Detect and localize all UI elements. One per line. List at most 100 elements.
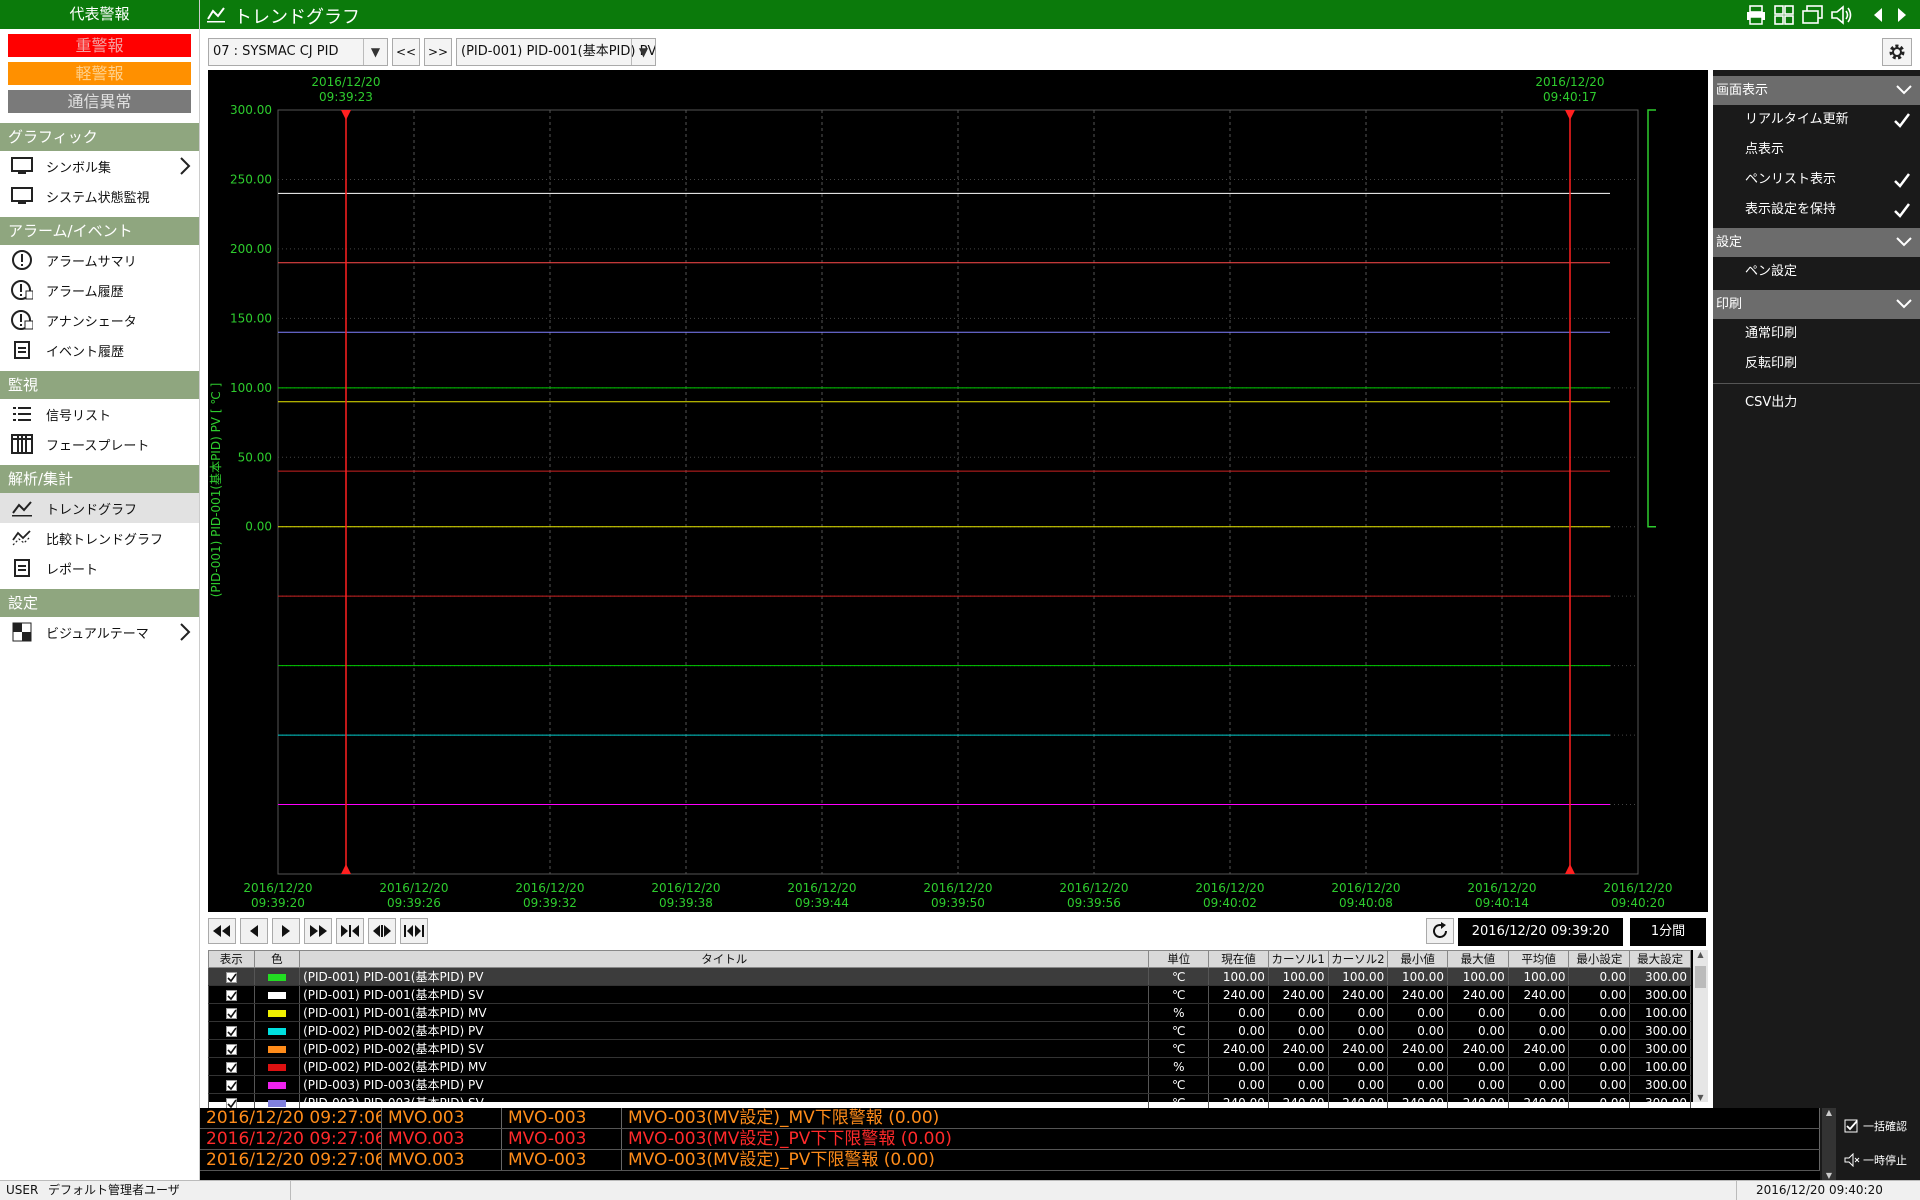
pause-sound-button[interactable]: 一時停止: [1844, 1152, 1907, 1168]
sidebar-item-signal-list[interactable]: 信号リスト: [0, 399, 199, 429]
sidebar-item-trend[interactable]: トレンドグラフ: [0, 493, 199, 523]
column-header[interactable]: 最大設定: [1629, 950, 1691, 968]
visible-cell[interactable]: [208, 1057, 255, 1076]
dot-display-toggle[interactable]: 点表示: [1713, 135, 1920, 165]
pen-select[interactable]: (PID-001) PID-001(基本PID) PV ▼: [456, 38, 656, 66]
sidebar-item-faceplate[interactable]: フェースプレート: [0, 429, 199, 459]
sidebar-item-compare-trend[interactable]: 比較トレンドグラフ: [0, 523, 199, 553]
alarm-scrollbar[interactable]: ▲ ▼: [1822, 1108, 1836, 1180]
visible-checkbox[interactable]: [225, 1079, 237, 1091]
column-header[interactable]: タイトル: [299, 950, 1150, 968]
trend-chart[interactable]: (PID-001) PID-001(基本PID) PV [ ℃ ] 2016/1…: [208, 70, 1708, 912]
normal-print-item[interactable]: 通常印刷: [1713, 319, 1920, 349]
table-row[interactable]: (PID-001) PID-001(基本PID) MV% 0.00 0.00 0.00…: [208, 1003, 1691, 1022]
visible-cell[interactable]: [208, 1039, 255, 1058]
scroll-down-icon[interactable]: ▼: [1822, 1171, 1836, 1180]
layout-grid-icon[interactable]: [1774, 5, 1794, 25]
column-header[interactable]: カーソル2: [1327, 950, 1389, 968]
heavy-alarm-indicator[interactable]: 重警報: [8, 34, 191, 57]
settings-section-header[interactable]: 設定: [1713, 228, 1920, 257]
step-back-button[interactable]: [240, 918, 268, 944]
value-cell-maxset: 300.00: [1629, 967, 1691, 986]
sidebar-item-event-history[interactable]: イベント履歴: [0, 335, 199, 365]
sidebar-item-visual-theme[interactable]: ビジュアルテーマ: [0, 617, 199, 647]
column-header[interactable]: 色: [253, 950, 301, 968]
visible-cell[interactable]: [208, 985, 255, 1004]
window-icon[interactable]: [1802, 5, 1824, 25]
penlist-toggle[interactable]: ペンリスト表示: [1713, 165, 1920, 195]
visible-checkbox[interactable]: [225, 1061, 237, 1073]
chart-settings-button[interactable]: [1882, 38, 1912, 66]
keep-settings-toggle[interactable]: 表示設定を保持: [1713, 195, 1920, 225]
column-header[interactable]: カーソル1: [1267, 950, 1329, 968]
printer-icon[interactable]: [1746, 5, 1766, 25]
visible-checkbox[interactable]: [225, 989, 237, 1001]
alarm-row[interactable]: 2016/12/20 09:27:06 MVO.003 MVO-003 MVO-003…: [200, 1150, 1820, 1171]
column-header[interactable]: 現在値: [1208, 950, 1269, 968]
alarm-row[interactable]: 2016/12/20 09:27:06 MVO.003 MVO-003 MVO-003…: [200, 1129, 1820, 1150]
scroll-up-icon[interactable]: ▲: [1822, 1108, 1836, 1117]
step-forward-button[interactable]: [272, 918, 300, 944]
csv-export-item[interactable]: CSV出力: [1713, 388, 1920, 418]
unit-cell: %: [1148, 1057, 1210, 1076]
rewind-fast-button[interactable]: [208, 918, 236, 944]
table-row[interactable]: (PID-002) PID-002(基本PID) PV ℃ 0.00 0.00 0.00…: [208, 1021, 1691, 1040]
next-pen-button[interactable]: >>: [424, 38, 452, 66]
display-section-header[interactable]: 画面表示: [1713, 76, 1920, 105]
sidebar-item-symbols[interactable]: シンボル集: [0, 151, 199, 181]
speaker-icon[interactable]: [1830, 5, 1854, 25]
column-header[interactable]: 平均値: [1507, 950, 1570, 968]
expand-arrows-icon: [373, 925, 391, 937]
sidebar-item-system-status[interactable]: システム状態監視: [0, 181, 199, 211]
start-datetime-display[interactable]: 2016/12/20 09:39:20: [1458, 918, 1623, 946]
visible-checkbox[interactable]: [225, 1007, 237, 1019]
fit-range-button[interactable]: [400, 918, 428, 944]
visible-cell[interactable]: [208, 1021, 255, 1040]
sidebar-item-alarm-summary[interactable]: アラームサマリ: [0, 245, 199, 275]
sidebar-item-label: システム状態監視: [46, 190, 150, 206]
column-header[interactable]: 最小設定: [1568, 950, 1631, 968]
visible-checkbox[interactable]: [225, 1097, 237, 1109]
table-row[interactable]: (PID-002) PID-002(基本PID) SV ℃ 240.00 240.00…: [208, 1039, 1691, 1058]
column-header[interactable]: 最小値: [1387, 950, 1448, 968]
prev-pen-button[interactable]: <<: [392, 38, 420, 66]
zoom-in-time-button[interactable]: [336, 918, 364, 944]
color-cell: [253, 985, 301, 1004]
scroll-up-icon[interactable]: ▲: [1693, 950, 1708, 959]
time-span-select[interactable]: 1分間: [1630, 918, 1706, 946]
back-arrow-icon[interactable]: [1872, 7, 1884, 23]
alarm-row[interactable]: 2016/12/20 09:27:06 MVO.003 MVO-003 MVO-003…: [200, 1108, 1820, 1129]
column-header[interactable]: 最大値: [1447, 950, 1509, 968]
zoom-out-time-button[interactable]: [368, 918, 396, 944]
visible-cell[interactable]: [208, 1003, 255, 1022]
pen-settings-item[interactable]: ペン設定: [1713, 257, 1920, 287]
sidebar-item-alarm-history[interactable]: アラーム履歴: [0, 275, 199, 305]
column-header[interactable]: 単位: [1148, 950, 1210, 968]
pen-select-value: (PID-001) PID-001(基本PID) PV: [461, 44, 656, 59]
sidebar-item-annunciator[interactable]: アナンシェータ: [0, 305, 199, 335]
table-row[interactable]: (PID-002) PID-002(基本PID) MV% 0.00 0.00 0.00…: [208, 1057, 1691, 1076]
table-row[interactable]: (PID-001) PID-001(基本PID) PV ℃ 100.00 100.00…: [208, 967, 1691, 986]
light-alarm-indicator[interactable]: 軽警報: [8, 62, 191, 85]
visible-cell[interactable]: [208, 967, 255, 986]
realtime-toggle[interactable]: リアルタイム更新: [1713, 105, 1920, 135]
forward-arrow-icon[interactable]: [1896, 7, 1908, 23]
table-row[interactable]: (PID-001) PID-001(基本PID) SV ℃ 240.00 240.00…: [208, 985, 1691, 1004]
confirm-all-button[interactable]: 一括確認: [1844, 1118, 1907, 1134]
device-select[interactable]: 07 : SYSMAC CJ PID ▼: [208, 38, 388, 66]
fast-forward-button[interactable]: [304, 918, 332, 944]
refresh-button[interactable]: [1426, 918, 1454, 944]
table-row[interactable]: (PID-003) PID-003(基本PID) PV ℃ 0.00 0.00 0.00…: [208, 1075, 1691, 1094]
sidebar-item-report[interactable]: レポート: [0, 553, 199, 583]
comm-error-indicator[interactable]: 通信異常: [8, 90, 191, 113]
table-scrollbar[interactable]: ▲ ▼: [1693, 950, 1708, 1102]
visible-checkbox[interactable]: [225, 1025, 237, 1037]
column-header[interactable]: 表示: [208, 950, 255, 968]
visible-checkbox[interactable]: [225, 971, 237, 983]
scrollbar-thumb[interactable]: [1695, 966, 1706, 988]
scroll-down-icon[interactable]: ▼: [1693, 1093, 1708, 1102]
print-section-header[interactable]: 印刷: [1713, 290, 1920, 319]
visible-checkbox[interactable]: [225, 1043, 237, 1055]
visible-cell[interactable]: [208, 1075, 255, 1094]
inverse-print-item[interactable]: 反転印刷: [1713, 349, 1920, 379]
